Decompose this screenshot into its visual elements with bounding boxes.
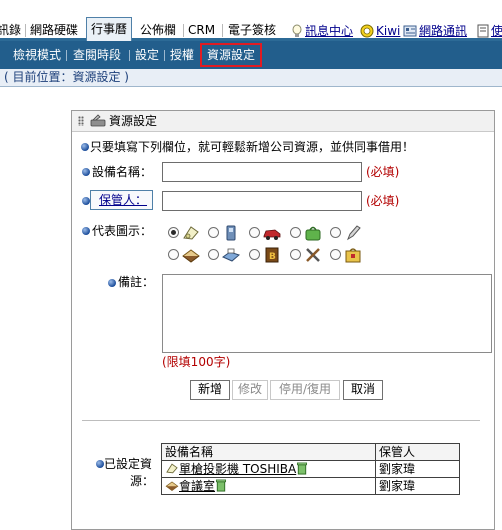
existing-resources-label-line1: 已設定資 — [104, 457, 153, 471]
icon-radio-box[interactable] — [330, 249, 341, 260]
note-label: 備註： — [118, 275, 155, 289]
keeper-input[interactable] — [162, 191, 362, 211]
edit-button[interactable]: 修改 — [232, 380, 268, 400]
meeting-room-icon — [165, 481, 179, 492]
projector-icon — [183, 226, 199, 240]
projector-icon — [166, 463, 178, 474]
device-name-cell: 單槍投影機 TOSHIBA — [161, 460, 376, 478]
lightbulb-icon — [292, 24, 302, 37]
icon-radio-phone[interactable] — [208, 227, 219, 238]
required-note: (必填) — [366, 165, 400, 179]
icon-radio-car[interactable] — [249, 227, 260, 238]
bullet-icon — [96, 460, 104, 468]
submenu-settings[interactable]: 設定 — [135, 47, 159, 63]
note-textarea[interactable] — [162, 274, 492, 353]
tab-separator — [183, 24, 184, 37]
tab-e-sign[interactable]: 電子簽核 — [228, 22, 276, 39]
note-limit-text: (限填100字) — [162, 355, 231, 369]
keeper-picker-button[interactable]: 保管人： — [90, 190, 153, 210]
bullet-icon — [108, 279, 116, 287]
icon-radio-projector[interactable] — [168, 227, 179, 238]
column-header-keeper: 保管人 — [375, 443, 460, 461]
required-note: (必填) — [366, 194, 400, 208]
submenu-separator — [129, 50, 130, 61]
network-contacts-icon — [403, 25, 417, 37]
bullet-icon — [82, 227, 90, 235]
bullet-icon — [82, 197, 90, 205]
device-name-input[interactable] — [162, 162, 362, 182]
existing-resources-label-line2: 源： — [130, 474, 155, 488]
column-header-device: 設備名稱 — [161, 443, 376, 461]
keeper-label[interactable]: 保管人： — [99, 192, 147, 208]
icon-radio-book[interactable] — [249, 249, 260, 260]
panel-title: 資源設定 — [109, 114, 158, 128]
trash-icon[interactable] — [296, 462, 308, 475]
box-icon — [345, 248, 361, 263]
table-header-row: 設備名稱 保管人 — [161, 443, 460, 461]
tab-bulletin[interactable]: 公佈欄 — [140, 22, 176, 39]
meeting-room-icon — [182, 249, 200, 263]
bullet-icon — [82, 168, 90, 176]
document-icon — [477, 24, 489, 38]
tab-calendar[interactable]: 行事曆 — [86, 17, 133, 41]
bullet-icon — [81, 143, 89, 151]
icon-radio-scanner[interactable] — [208, 249, 219, 260]
table-row: 單槍投影機 TOSHIBA 劉家瑋 — [161, 460, 460, 478]
bag-icon — [305, 226, 321, 241]
tab-crm[interactable]: CRM — [188, 22, 215, 39]
trash-icon[interactable] — [215, 479, 227, 492]
pen-icon — [346, 225, 361, 241]
tools-icon — [306, 248, 320, 262]
submenu-time-slots[interactable]: 查閱時段 — [73, 47, 121, 63]
car-icon — [263, 229, 281, 240]
submenu-view-mode[interactable]: 檢視模式 — [13, 47, 61, 63]
device-name-cell: 會議室 — [161, 477, 376, 495]
submenu-separator — [164, 50, 165, 61]
panel-header: 資源設定 — [72, 111, 494, 132]
tab-separator — [25, 24, 26, 37]
submenu-authorization[interactable]: 授權 — [170, 47, 194, 63]
user-link[interactable]: Kiwi — [376, 23, 400, 39]
phone-icon — [226, 225, 236, 241]
section-divider — [82, 420, 480, 421]
message-center-link[interactable]: 訊息中心 — [305, 23, 353, 39]
tab-separator — [222, 24, 223, 37]
breadcrumb: ( 目前位置：資源設定 ) — [0, 69, 502, 87]
overflow-link[interactable]: 使 — [491, 23, 502, 39]
icon-chooser-label: 代表圖示： — [92, 224, 153, 238]
table-row: 會議室 劉家瑋 — [161, 477, 460, 495]
cancel-button[interactable]: 取消 — [343, 380, 383, 400]
add-button[interactable]: 新增 — [190, 380, 230, 400]
submenu-separator — [66, 50, 67, 61]
keeper-cell: 劉家瑋 — [375, 460, 460, 478]
resource-link[interactable]: 會議室 — [179, 479, 215, 493]
intro-text: 只要填寫下列欄位，就可輕鬆新增公司資源，並供同事借用！ — [90, 140, 415, 154]
device-name-label: 設備名稱： — [92, 165, 153, 179]
icon-radio-meeting-room[interactable] — [168, 249, 179, 260]
toggle-enable-button[interactable]: 停用/復用 — [270, 380, 340, 400]
tab-network-disk[interactable]: 網路硬碟 — [30, 22, 78, 39]
resource-settings-panel: 資源設定 只要填寫下列欄位，就可輕鬆新增公司資源，並供同事借用！ 設備名稱： (… — [71, 110, 495, 530]
keeper-cell: 劉家瑋 — [375, 477, 460, 495]
svg-text:B: B — [269, 252, 276, 262]
drag-grip-icon[interactable] — [78, 116, 84, 126]
calendar-sub-menu: 檢視模式 查閱時段 設定 授權 資源設定 — [0, 41, 502, 69]
tab-address-book[interactable]: 訊錄 — [0, 22, 21, 39]
resources-table: 設備名稱 保管人 單槍投影機 TOSHIBA 劉家瑋 會議室 劉家瑋 — [161, 443, 460, 495]
network-contacts-link[interactable]: 網路通訊 — [419, 23, 467, 39]
user-status-icon — [360, 24, 374, 38]
book-icon: B — [265, 247, 279, 263]
tools-icon — [90, 114, 106, 127]
resource-link[interactable]: 單槍投影機 TOSHIBA — [179, 462, 296, 476]
icon-radio-pen[interactable] — [330, 227, 341, 238]
submenu-resource-settings[interactable]: 資源設定 — [200, 43, 263, 67]
top-tab-bar: 訊錄 網路硬碟 行事曆 公佈欄 CRM 電子簽核 訊息中心 Kiwi 網路通訊 … — [0, 0, 502, 41]
icon-radio-tools[interactable] — [290, 249, 301, 260]
scanner-icon — [222, 248, 240, 262]
icon-radio-bag[interactable] — [290, 227, 301, 238]
